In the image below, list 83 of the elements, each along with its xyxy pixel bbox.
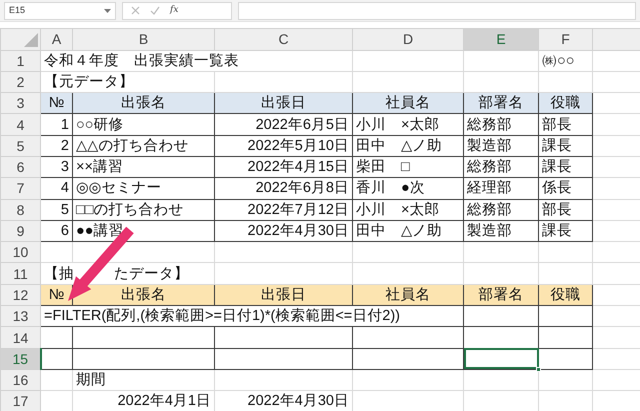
- table-cell: 香川 ●次: [352, 178, 464, 200]
- table-cell: 部長: [538, 199, 592, 220]
- column-header[interactable]: C: [214, 28, 352, 50]
- column-header[interactable]: B: [72, 28, 214, 50]
- table-cell: 小川 ×太郎: [352, 199, 464, 220]
- table-cell: 田中 △ノ助: [352, 135, 464, 156]
- insert-function-button[interactable]: fx: [170, 4, 178, 18]
- row-header[interactable]: 10: [0, 242, 40, 263]
- select-all-icon[interactable]: [24, 33, 38, 48]
- sheet-title: 令和４年度 出張実績一覧表: [40, 50, 352, 72]
- table-cell: 4: [40, 178, 72, 200]
- row-header[interactable]: 5: [0, 135, 40, 156]
- table-cell: 課長: [538, 220, 592, 242]
- row-header[interactable]: 1: [0, 50, 40, 72]
- formula-input-field[interactable]: [238, 2, 636, 20]
- column-heading: 部署名: [464, 92, 538, 114]
- period-label: 期間: [72, 369, 214, 391]
- table-cell: 総務部: [464, 199, 538, 220]
- table-cell: 1: [40, 114, 72, 136]
- row-header[interactable]: 8: [0, 199, 40, 220]
- cancel-icon[interactable]: [131, 6, 140, 15]
- dropdown-icon[interactable]: [104, 8, 111, 12]
- table-cell: 5: [40, 199, 72, 220]
- table-cell: 製造部: [464, 135, 538, 156]
- column-heading: 役職: [538, 284, 592, 306]
- row-header[interactable]: 6: [0, 156, 40, 178]
- column-heading: 出張日: [214, 92, 352, 114]
- table-cell: 柴田 □: [352, 156, 464, 178]
- table-cell: ××講習: [72, 156, 214, 178]
- table-cell: 2022年7月12日: [214, 199, 352, 220]
- table-cell: 2022年5月10日: [214, 135, 352, 156]
- row-header[interactable]: 17: [0, 390, 40, 411]
- table-cell: 総務部: [464, 114, 538, 136]
- row-header[interactable]: 3: [0, 92, 40, 114]
- check-icon[interactable]: [150, 6, 160, 15]
- column-heading: 出張日: [214, 284, 352, 306]
- column-header[interactable]: D: [352, 28, 464, 50]
- table-cell: △△の打ち合わせ: [72, 135, 214, 156]
- section-heading-end: たデータ】: [114, 266, 189, 282]
- table-cell: 3: [40, 156, 72, 178]
- column-heading: 出張名: [72, 92, 214, 114]
- row-header[interactable]: 9: [0, 220, 40, 242]
- formula-text: =FILTER(配列,(検索範囲>=日付1)*(検索範囲<=日付2)): [40, 306, 464, 327]
- table-cell: 2: [40, 135, 72, 156]
- row-header[interactable]: 12: [0, 284, 40, 306]
- row-header[interactable]: 16: [0, 369, 40, 391]
- table-cell: 2022年6月5日: [214, 114, 352, 136]
- column-heading: 社員名: [352, 284, 464, 306]
- table-cell: 田中 △ノ助: [352, 220, 464, 242]
- table-cell: 課長: [538, 156, 592, 178]
- table-cell: 部長: [538, 114, 592, 136]
- table-cell: 小川 ×太郎: [352, 114, 464, 136]
- table-cell: ◎◎セミナー: [72, 178, 214, 200]
- table-cell: 経理部: [464, 178, 538, 200]
- column-header[interactable]: E: [464, 28, 538, 50]
- column-heading: 社員名: [352, 92, 464, 114]
- table-cell: 総務部: [464, 156, 538, 178]
- column-header[interactable]: A: [40, 28, 72, 50]
- table-cell: 2022年4月30日: [214, 220, 352, 242]
- table-cell: ○○研修: [72, 114, 214, 136]
- active-cell[interactable]: [464, 348, 538, 370]
- row-header[interactable]: 13: [0, 306, 40, 327]
- column-heading: №: [40, 92, 72, 114]
- column-heading: 役職: [538, 92, 592, 114]
- column-header[interactable]: F: [538, 28, 592, 50]
- row-header[interactable]: 14: [0, 326, 40, 348]
- table-cell: □□の打ち合わせ: [72, 199, 214, 220]
- row-header[interactable]: 2: [0, 71, 40, 93]
- column-heading: 出張名: [72, 284, 214, 306]
- table-cell: 2022年4月15日: [214, 156, 352, 178]
- section-heading-start: 【抽: [44, 266, 74, 282]
- table-cell: 係長: [538, 178, 592, 200]
- table-cell: 課長: [538, 135, 592, 156]
- row-header[interactable]: 15: [0, 348, 40, 370]
- table-cell: 6: [40, 220, 72, 242]
- name-box[interactable]: E15: [4, 2, 116, 20]
- column-heading: 部署名: [464, 284, 538, 306]
- table-cell: 2022年6月8日: [214, 178, 352, 200]
- row-header[interactable]: 11: [0, 262, 40, 284]
- company-name: ㈱○○: [538, 50, 592, 72]
- row-header[interactable]: 4: [0, 114, 40, 136]
- table-cell: 製造部: [464, 220, 538, 242]
- row-header[interactable]: 7: [0, 178, 40, 200]
